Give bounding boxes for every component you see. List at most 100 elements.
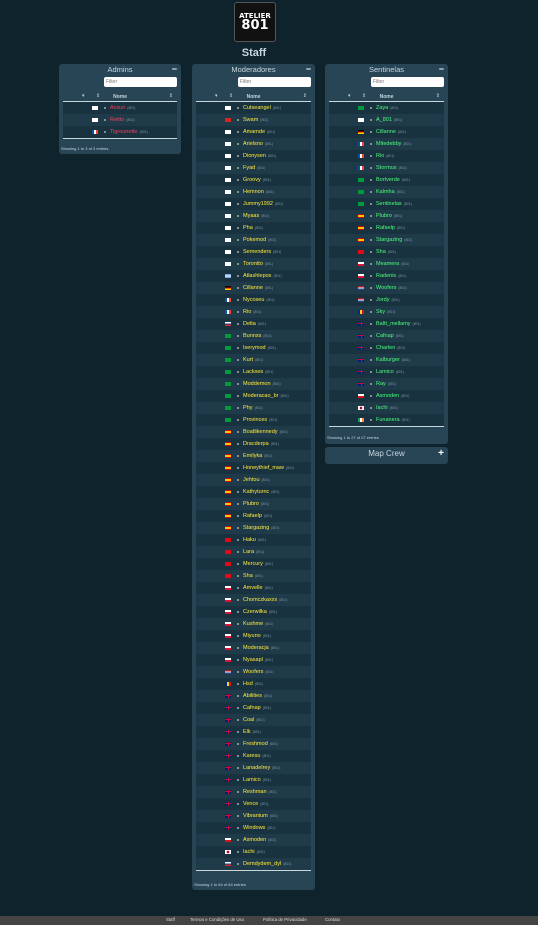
column-header-name[interactable]: Nome <box>113 94 127 100</box>
member-name[interactable]: Miyuno <box>243 633 261 639</box>
table-row[interactable]: Plubro (801) <box>196 498 311 510</box>
member-name[interactable]: Iachi <box>243 849 255 855</box>
mapcrew-header[interactable]: Map Crew + <box>325 447 448 464</box>
member-name[interactable]: Chomczkaxxx <box>243 597 277 603</box>
table-row[interactable]: Stargazing (801) <box>196 522 311 534</box>
member-name[interactable]: Sentinelas <box>376 201 402 207</box>
member-name[interactable]: Cillanne <box>243 285 263 291</box>
member-name[interactable]: Acsun <box>110 105 125 111</box>
table-row[interactable]: Honeythief_maw (801) <box>196 462 311 474</box>
member-name[interactable]: A_801 <box>376 117 392 123</box>
table-row[interactable]: Moddemon (801) <box>196 378 311 390</box>
table-row[interactable]: Elk (801) <box>196 726 311 738</box>
member-name[interactable]: Amvelle <box>243 585 263 591</box>
sort-icon[interactable]: ⇕ <box>362 93 366 99</box>
member-name[interactable]: Lackses <box>243 369 263 375</box>
table-row[interactable]: Asmoden (801) <box>329 390 444 402</box>
member-name[interactable]: Torontto <box>243 261 263 267</box>
table-row[interactable]: Kushme (801) <box>196 618 311 630</box>
table-row[interactable]: Zaya (801) <box>329 102 444 114</box>
sort-icon[interactable]: ⇕ <box>303 93 307 99</box>
member-name[interactable]: Phy <box>243 405 252 411</box>
admins-header[interactable]: Admins − <box>59 64 181 75</box>
table-row[interactable]: Mitedebby (801) <box>329 138 444 150</box>
table-row[interactable]: Myaas (801) <box>196 210 311 222</box>
member-name[interactable]: Freshmod <box>243 741 268 747</box>
table-row[interactable]: Pha (801) <box>196 222 311 234</box>
member-name[interactable]: Semenders <box>243 249 271 255</box>
table-row[interactable]: Amamde (801) <box>196 126 311 138</box>
table-row[interactable]: Chomczkaxxx (801) <box>196 594 311 606</box>
table-row[interactable]: Tigrounette (801) <box>63 126 177 138</box>
table-row[interactable]: Reitto (801) <box>63 114 177 126</box>
member-name[interactable]: Vence <box>243 801 258 807</box>
table-row[interactable]: Lara (801) <box>196 546 311 558</box>
table-row[interactable]: Acsun (801) <box>63 102 177 114</box>
member-name[interactable]: Moderacao_br <box>243 393 278 399</box>
table-row[interactable]: Nycoseu (801) <box>196 294 311 306</box>
member-name[interactable]: Sky <box>376 309 385 315</box>
table-row[interactable]: Cafnap (801) <box>329 330 444 342</box>
member-name[interactable]: Bortverde <box>376 177 400 183</box>
footer-link-privacy[interactable]: Política de Privacidade <box>263 917 307 922</box>
member-name[interactable]: Rio <box>376 153 384 159</box>
table-row[interactable]: Dionysen (801) <box>196 150 311 162</box>
member-name[interactable]: Jehtou <box>243 477 260 483</box>
table-row[interactable]: Mercury (801) <box>196 558 311 570</box>
member-name[interactable]: Sha <box>243 573 253 579</box>
table-row[interactable]: Kathyturnc (801) <box>196 486 311 498</box>
table-row[interactable]: Dracderpa (801) <box>196 438 311 450</box>
member-name[interactable]: Asmoden <box>376 393 399 399</box>
member-name[interactable]: Iachi <box>376 405 388 411</box>
table-row[interactable]: Rio (801) <box>196 306 311 318</box>
member-name[interactable]: Kalmha <box>376 189 395 195</box>
member-name[interactable]: Demdydem_dyl <box>243 861 281 867</box>
table-row[interactable]: Cutseangel (801) <box>196 102 311 114</box>
sentinelas-header[interactable]: Sentinelas − <box>325 64 448 75</box>
table-row[interactable]: Lamico (801) <box>329 366 444 378</box>
member-name[interactable]: Myaas <box>243 213 259 219</box>
table-row[interactable]: Moderacao_br (801) <box>196 390 311 402</box>
table-row[interactable]: Arielsno (801) <box>196 138 311 150</box>
member-name[interactable]: Kathyturnc <box>243 489 269 495</box>
member-name[interactable]: Rafaelp <box>376 225 395 231</box>
sort-icon[interactable]: ⇕ <box>96 93 100 99</box>
table-row[interactable]: Boatlikennedy (801) <box>196 426 311 438</box>
table-row[interactable]: Reshman (801) <box>196 786 311 798</box>
member-name[interactable]: Baltt_mellamy <box>376 321 411 327</box>
member-name[interactable]: Plubro <box>376 213 392 219</box>
member-name[interactable]: Jordy <box>376 297 389 303</box>
member-name[interactable]: Coal <box>243 717 254 723</box>
table-row[interactable]: Miyuno (801) <box>196 630 311 642</box>
table-row[interactable]: Lanadelrey (801) <box>196 762 311 774</box>
member-name[interactable]: Stormus <box>376 165 396 171</box>
footer-link-terms[interactable]: Termos e Condições de Uso <box>190 917 244 922</box>
table-row[interactable]: Semenders (801) <box>196 246 311 258</box>
table-row[interactable]: Fyad (801) <box>196 162 311 174</box>
table-row[interactable]: Sky (801) <box>329 306 444 318</box>
member-name[interactable]: Pha <box>243 225 253 231</box>
member-name[interactable]: Elk <box>243 729 251 735</box>
member-name[interactable]: Radenis <box>376 273 396 279</box>
table-row[interactable]: Vibranium (801) <box>196 810 311 822</box>
member-name[interactable]: Kalburger <box>376 357 400 363</box>
member-name[interactable]: Reshman <box>243 789 267 795</box>
member-name[interactable]: Hemnon <box>243 189 264 195</box>
member-name[interactable]: Groovy <box>243 177 261 183</box>
table-row[interactable]: Vence (801) <box>196 798 311 810</box>
table-row[interactable]: Coal (801) <box>196 714 311 726</box>
table-row[interactable]: Rio (801) <box>329 150 444 162</box>
mapcrew-panel[interactable]: Map Crew + <box>325 447 448 464</box>
sort-icon[interactable]: ⇕ <box>229 93 233 99</box>
table-row[interactable]: Emilyka (801) <box>196 450 311 462</box>
table-row[interactable]: Woofers (801) <box>329 282 444 294</box>
table-row[interactable]: Plubro (801) <box>329 210 444 222</box>
table-row[interactable]: Funanera (801) <box>329 414 444 426</box>
table-row[interactable]: Atlashlepos (801) <box>196 270 311 282</box>
member-name[interactable]: Dionysen <box>243 153 266 159</box>
collapse-icon[interactable]: − <box>306 64 311 74</box>
table-row[interactable]: Iachi (801) <box>329 402 444 414</box>
sentinelas-filter-input[interactable] <box>371 77 444 87</box>
table-row[interactable]: A_801 (801) <box>329 114 444 126</box>
table-row[interactable]: Bortverde (801) <box>329 174 444 186</box>
